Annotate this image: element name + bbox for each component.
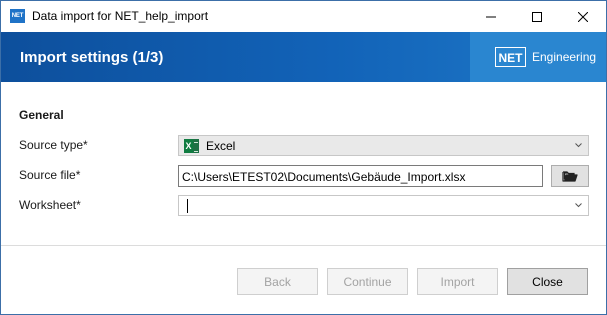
footer-divider bbox=[1, 245, 606, 246]
chevron-down-icon bbox=[575, 143, 582, 148]
maximize-button[interactable] bbox=[514, 1, 560, 32]
continue-button[interactable]: Continue bbox=[327, 268, 408, 295]
browse-file-button[interactable] bbox=[551, 165, 589, 187]
text-caret bbox=[187, 199, 188, 213]
excel-icon bbox=[184, 139, 199, 153]
page-title: Import settings (1/3) bbox=[20, 49, 164, 66]
section-title-general: General bbox=[19, 108, 64, 122]
minimize-icon bbox=[486, 16, 496, 17]
header-banner: Import settings (1/3) NET Engineering bbox=[1, 32, 606, 82]
chevron-down-icon[interactable] bbox=[575, 203, 582, 208]
title-bar[interactable]: NET Data import for NET_help_import bbox=[1, 1, 606, 32]
source-type-select[interactable]: Excel bbox=[178, 135, 589, 156]
net-logo-mark: NET bbox=[495, 47, 526, 67]
source-file-label: Source file* bbox=[19, 168, 81, 182]
folder-icon bbox=[562, 171, 578, 182]
close-icon bbox=[578, 11, 588, 22]
worksheet-label: Worksheet* bbox=[19, 198, 81, 212]
worksheet-combobox[interactable] bbox=[178, 195, 589, 216]
close-button[interactable]: Close bbox=[507, 268, 588, 295]
brand-name: Engineering bbox=[532, 50, 597, 64]
import-dialog-window: NET Data import for NET_help_import Impo… bbox=[0, 0, 607, 315]
app-icon: NET bbox=[10, 9, 25, 23]
minimize-button[interactable] bbox=[468, 1, 514, 32]
source-type-value: Excel bbox=[206, 139, 236, 153]
close-window-button[interactable] bbox=[560, 1, 606, 32]
back-button[interactable]: Back bbox=[237, 268, 318, 295]
source-file-input[interactable]: C:\Users\ETEST02\Documents\Gebäude_Impor… bbox=[178, 165, 543, 187]
maximize-icon bbox=[532, 11, 542, 22]
source-file-value: C:\Users\ETEST02\Documents\Gebäude_Impor… bbox=[182, 170, 466, 184]
brand-logo: NET Engineering bbox=[470, 32, 606, 82]
source-type-label: Source type* bbox=[19, 138, 88, 152]
import-button[interactable]: Import bbox=[417, 268, 498, 295]
window-title: Data import for NET_help_import bbox=[32, 9, 209, 23]
